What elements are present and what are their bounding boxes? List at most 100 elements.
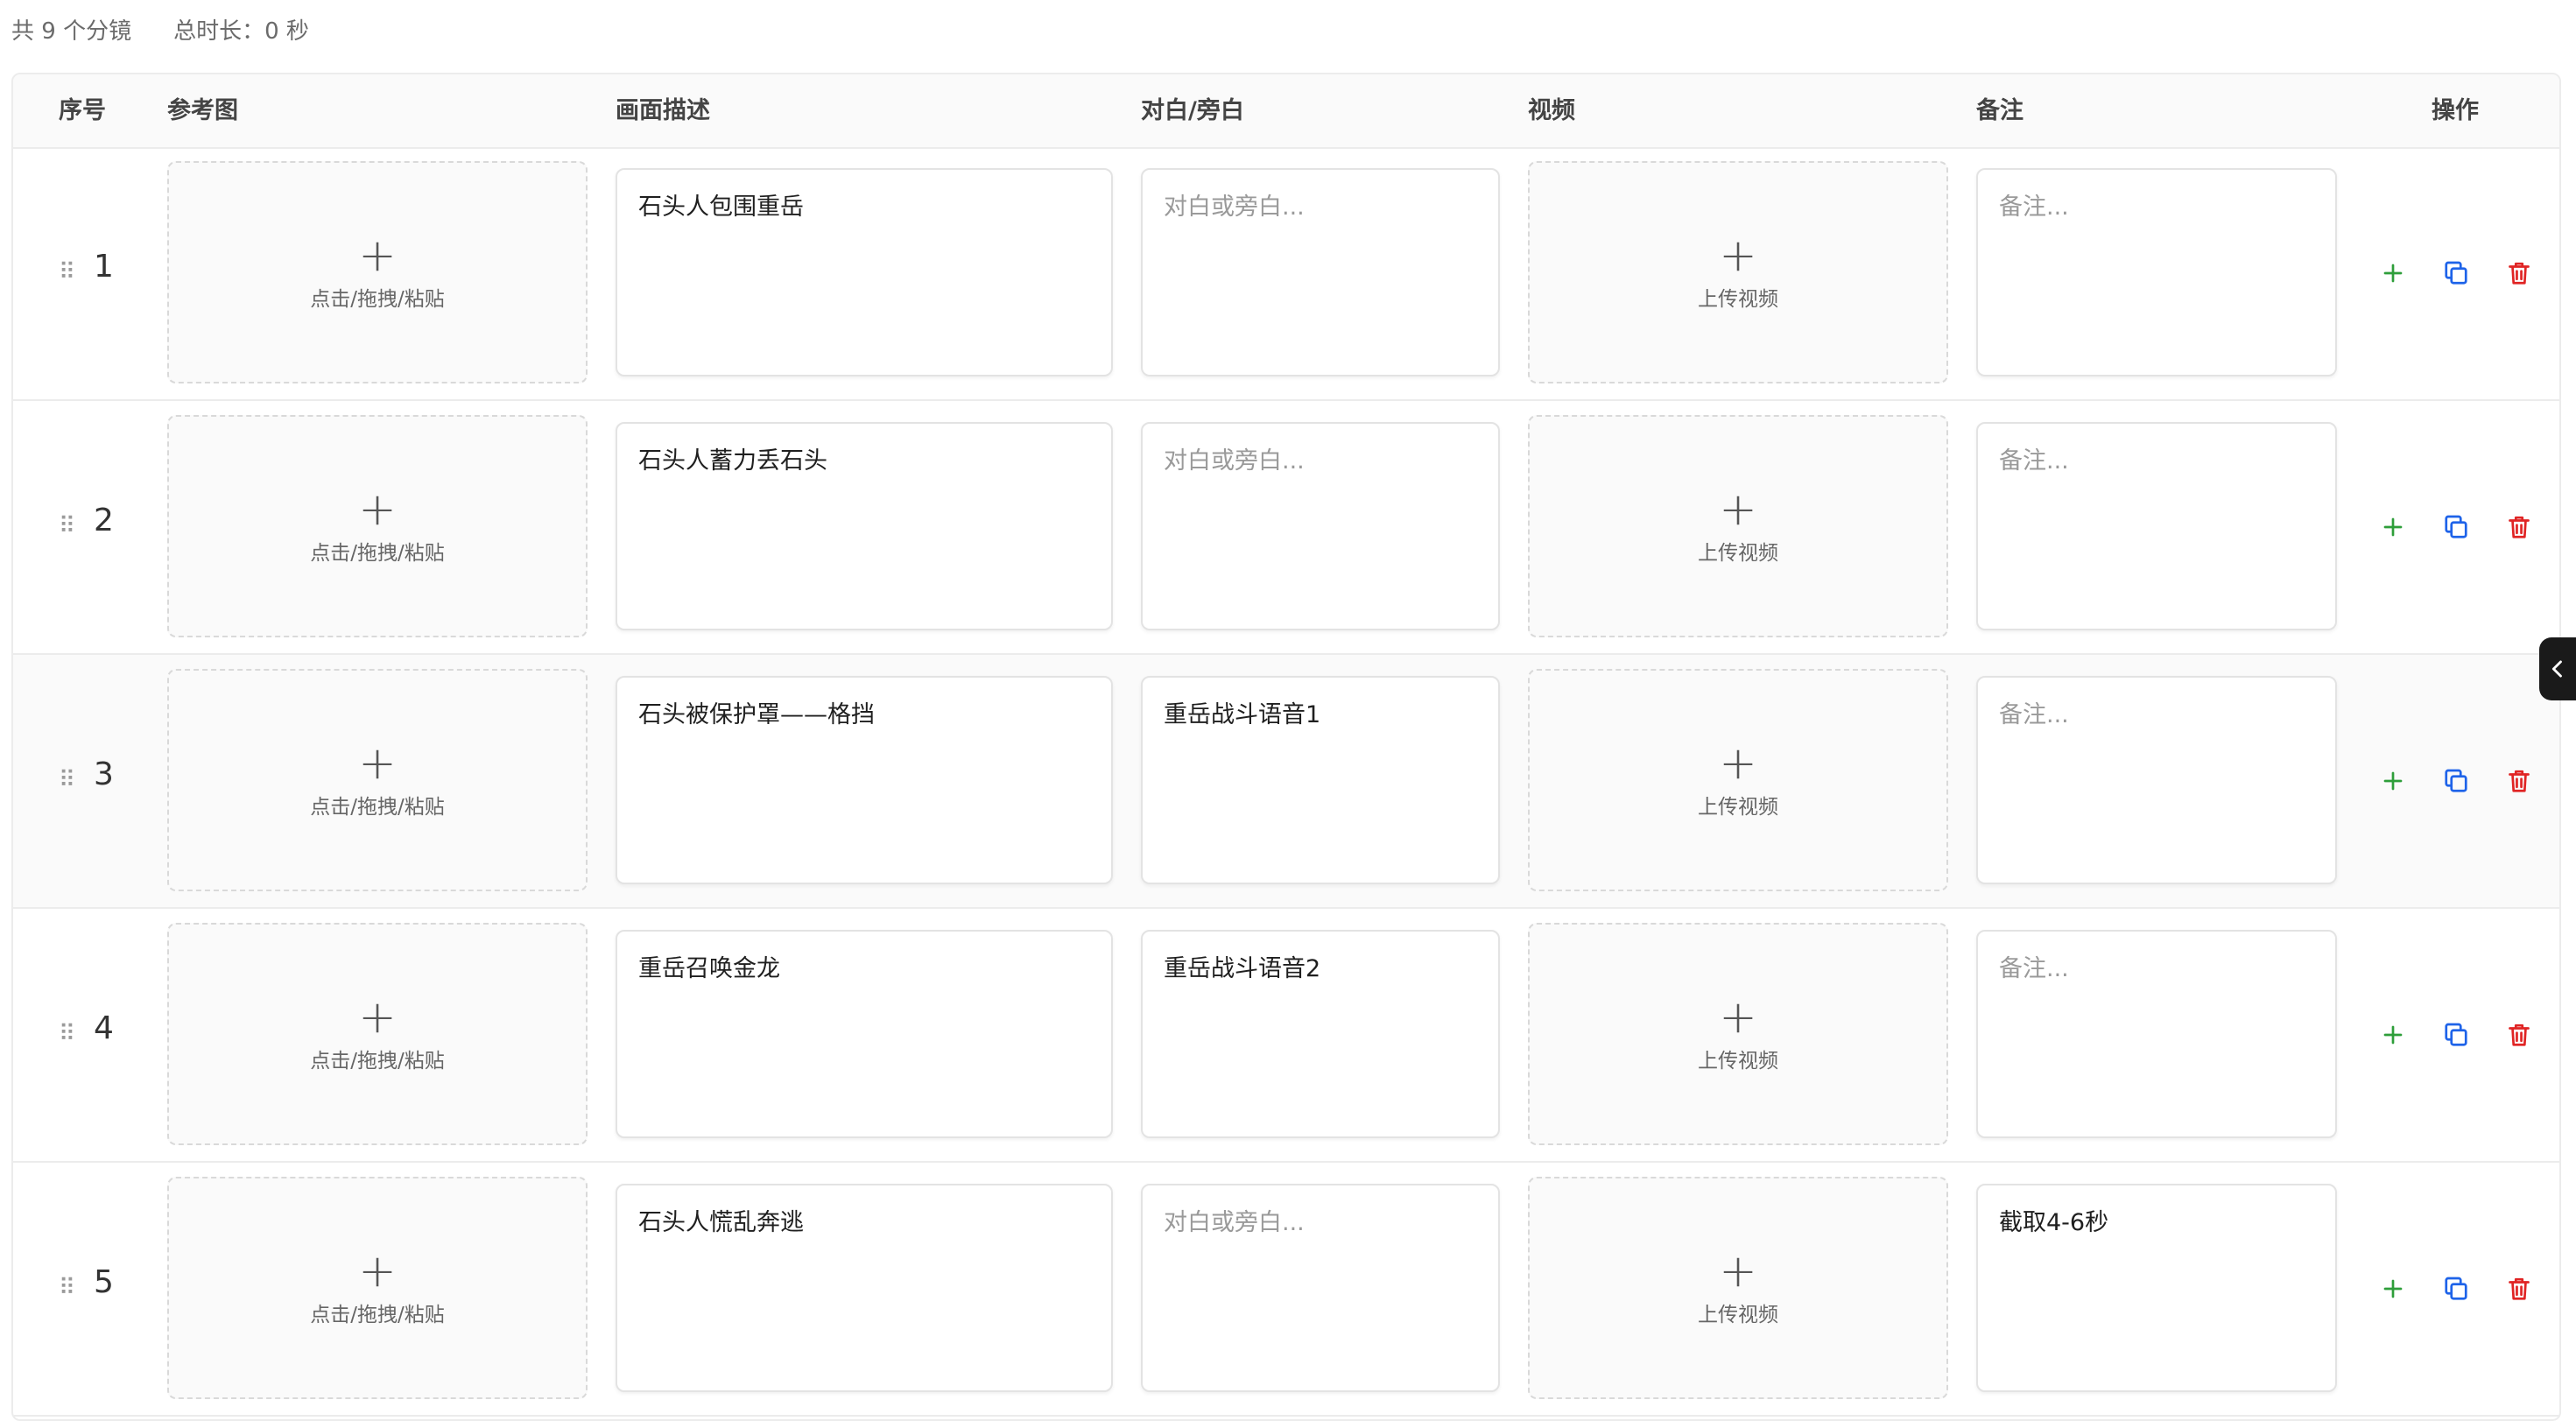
copy-row-button[interactable]	[2440, 1019, 2472, 1051]
video-upload[interactable]: + 上传视频	[1528, 1177, 1948, 1399]
total-duration: 总时长：0 秒	[173, 18, 309, 45]
plus-icon: +	[358, 229, 397, 282]
reference-image-upload[interactable]: + 点击/拖拽/粘贴	[167, 669, 588, 891]
add-row-button[interactable]	[2377, 765, 2409, 797]
upload-image-label: 点击/拖拽/粘贴	[310, 1304, 445, 1326]
dialogue-field[interactable]: 重岳战斗语音2	[1141, 930, 1500, 1138]
trash-icon	[2509, 1024, 2530, 1046]
add-row-button[interactable]	[2377, 511, 2409, 543]
upload-video-label: 上传视频	[1698, 796, 1778, 819]
plus-icon	[2383, 1279, 2403, 1298]
row-index: 3	[94, 756, 114, 792]
delete-row-button[interactable]	[2503, 257, 2535, 289]
plus-icon: +	[1719, 229, 1757, 282]
header-description: 画面描述	[616, 97, 710, 124]
plus-icon	[2383, 517, 2403, 537]
notes-field[interactable]: 备注...	[1976, 676, 2337, 884]
plus-icon	[2383, 771, 2403, 791]
delete-row-button[interactable]	[2503, 1273, 2535, 1305]
description-field[interactable]: 重岳召唤金龙	[616, 930, 1113, 1138]
reference-image-upload[interactable]: + 点击/拖拽/粘贴	[167, 415, 588, 637]
copy-row-button[interactable]	[2440, 765, 2472, 797]
table-row: ⠿ 1 + 点击/拖拽/粘贴 石头人包围重岳 对白或旁白... + 上传视频 备…	[13, 147, 2559, 401]
dialogue-field[interactable]: 对白或旁白...	[1141, 1184, 1500, 1392]
plus-icon: +	[1719, 991, 1757, 1044]
table-row: ⠿ 4 + 点击/拖拽/粘贴 重岳召唤金龙 重岳战斗语音2 + 上传视频 备注.…	[13, 909, 2559, 1163]
plus-icon: +	[1719, 1245, 1757, 1298]
header-video: 视频	[1528, 97, 1575, 124]
delete-row-button[interactable]	[2503, 765, 2535, 797]
video-upload[interactable]: + 上传视频	[1528, 161, 1948, 383]
plus-icon	[2383, 1025, 2403, 1045]
upload-image-label: 点击/拖拽/粘贴	[310, 288, 445, 311]
copy-icon	[2445, 1023, 2467, 1046]
copy-row-button[interactable]	[2440, 511, 2472, 543]
add-row-button[interactable]	[2377, 1019, 2409, 1051]
drag-handle-icon[interactable]: ⠿	[59, 1275, 75, 1301]
shot-count: 共 9 个分镜	[11, 18, 132, 45]
copy-icon	[2445, 769, 2467, 792]
description-field[interactable]: 石头被保护罩——格挡	[616, 676, 1113, 884]
upload-video-label: 上传视频	[1698, 1304, 1778, 1326]
notes-field[interactable]: 截取4-6秒	[1976, 1184, 2337, 1392]
header-dialogue: 对白/旁白	[1141, 97, 1244, 124]
copy-row-button[interactable]	[2440, 257, 2472, 289]
table-row: ⠿ 5 + 点击/拖拽/粘贴 石头人慌乱奔逃 对白或旁白... + 上传视频 截…	[13, 1163, 2559, 1417]
header-actions: 操作	[2432, 97, 2479, 124]
delete-row-button[interactable]	[2503, 511, 2535, 543]
trash-icon	[2509, 1277, 2530, 1300]
copy-row-button[interactable]	[2440, 1273, 2472, 1305]
delete-row-button[interactable]	[2503, 1019, 2535, 1051]
reference-image-upload[interactable]: + 点击/拖拽/粘贴	[167, 923, 588, 1145]
description-field[interactable]: 石头人慌乱奔逃	[616, 1184, 1113, 1392]
storyboard-table: 序号 参考图 画面描述 对白/旁白 视频 备注 操作 ⠿ 1 + 点击/拖拽/粘…	[11, 73, 2561, 1421]
summary-bar: 共 9 个分镜 总时长：0 秒	[11, 9, 309, 49]
drag-handle-icon[interactable]: ⠿	[59, 767, 75, 793]
trash-icon	[2509, 262, 2530, 285]
plus-icon: +	[358, 737, 397, 790]
video-upload[interactable]: + 上传视频	[1528, 669, 1948, 891]
upload-video-label: 上传视频	[1698, 288, 1778, 311]
side-panel-toggle[interactable]	[2539, 637, 2576, 700]
header-reference: 参考图	[167, 97, 238, 124]
upload-video-label: 上传视频	[1698, 1050, 1778, 1073]
trash-icon	[2509, 516, 2530, 538]
drag-handle-icon[interactable]: ⠿	[59, 259, 75, 285]
row-index: 5	[94, 1264, 114, 1300]
copy-icon	[2445, 261, 2467, 285]
plus-icon: +	[358, 1245, 397, 1298]
drag-handle-icon[interactable]: ⠿	[59, 513, 75, 539]
notes-field[interactable]: 备注...	[1976, 168, 2337, 376]
table-row: ⠿ 3 + 点击/拖拽/粘贴 石头被保护罩——格挡 重岳战斗语音1 + 上传视频…	[13, 655, 2559, 909]
plus-icon: +	[1719, 483, 1757, 536]
reference-image-upload[interactable]: + 点击/拖拽/粘贴	[167, 1177, 588, 1399]
row-index: 4	[94, 1010, 114, 1046]
dialogue-field[interactable]: 对白或旁白...	[1141, 422, 1500, 630]
plus-icon: +	[358, 991, 397, 1044]
plus-icon	[2383, 264, 2403, 283]
description-field[interactable]: 石头人包围重岳	[616, 168, 1113, 376]
reference-image-upload[interactable]: + 点击/拖拽/粘贴	[167, 161, 588, 383]
copy-icon	[2445, 515, 2467, 538]
add-row-button[interactable]	[2377, 257, 2409, 289]
drag-handle-icon[interactable]: ⠿	[59, 1021, 75, 1047]
video-upload[interactable]: + 上传视频	[1528, 923, 1948, 1145]
row-index: 2	[94, 503, 114, 538]
header-index: 序号	[59, 97, 106, 124]
plus-icon: +	[1719, 737, 1757, 790]
dialogue-field[interactable]: 重岳战斗语音1	[1141, 676, 1500, 884]
dialogue-field[interactable]: 对白或旁白...	[1141, 168, 1500, 376]
notes-field[interactable]: 备注...	[1976, 930, 2337, 1138]
trash-icon	[2509, 770, 2530, 792]
upload-image-label: 点击/拖拽/粘贴	[310, 796, 445, 819]
video-upload[interactable]: + 上传视频	[1528, 415, 1948, 637]
header-notes: 备注	[1976, 97, 2023, 124]
upload-video-label: 上传视频	[1698, 542, 1778, 565]
description-field[interactable]: 石头人蓄力丢石头	[616, 422, 1113, 630]
add-row-button[interactable]	[2377, 1273, 2409, 1305]
table-header: 序号 参考图 画面描述 对白/旁白 视频 备注 操作	[13, 74, 2559, 149]
row-index: 1	[94, 249, 114, 285]
upload-image-label: 点击/拖拽/粘贴	[310, 1050, 445, 1073]
notes-field[interactable]: 备注...	[1976, 422, 2337, 630]
plus-icon: +	[358, 483, 397, 536]
